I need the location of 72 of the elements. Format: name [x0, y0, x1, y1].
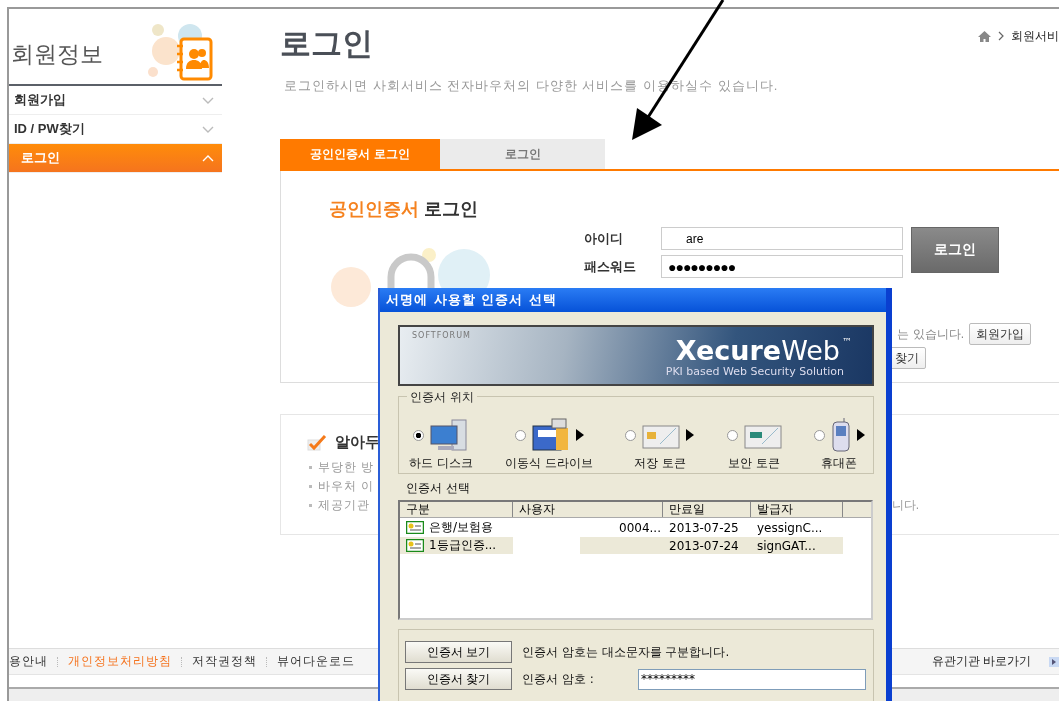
related-sites-select[interactable]: 유관기관 바로가기	[931, 653, 1031, 671]
hint-text: 는 있습니다.	[897, 325, 964, 343]
chevron-down-icon	[202, 96, 214, 104]
password-field[interactable]: *********	[638, 668, 866, 690]
sidebar-title: 회원정보	[11, 40, 103, 69]
table-cell: 은행/보험용	[429, 519, 494, 536]
group-label: 인증서 위치	[407, 389, 477, 406]
footer-link[interactable]: 뷰어다운로드	[277, 653, 355, 671]
find-certificate-button[interactable]: 인증서 찾기	[405, 668, 512, 690]
breadcrumb-link[interactable]: 회원서비	[1011, 27, 1059, 45]
radio-button[interactable]	[726, 429, 738, 441]
radio-button[interactable]	[813, 429, 825, 441]
location-label: 하드 디스크	[409, 455, 473, 472]
certificate-icon	[406, 521, 424, 534]
column-header[interactable]: 사용자	[513, 502, 663, 517]
page-title: 로그인	[280, 25, 374, 63]
notice-title: 알아두	[335, 433, 380, 452]
mobile-phone-icon[interactable]	[830, 418, 851, 452]
vendor-text: SOFTFORUM	[412, 331, 471, 340]
submenu-arrow-icon[interactable]	[686, 429, 695, 441]
product-name: XecureWeb	[675, 336, 840, 366]
field-label: 패스워드	[584, 257, 637, 276]
chevron-icon	[998, 31, 1004, 41]
table-cell: signGAT...	[757, 538, 816, 553]
scroll-icon[interactable]	[1049, 656, 1059, 667]
table-cell: 1등급인증...	[429, 537, 497, 554]
footer-link[interactable]: 저작권정책	[192, 653, 257, 671]
location-label: 저장 토큰	[633, 455, 686, 472]
location-label: 휴대폰	[821, 455, 858, 472]
checkmark-icon	[307, 434, 327, 451]
chevron-up-icon	[202, 154, 214, 162]
login-button[interactable]: 로그인	[911, 227, 999, 273]
table-cell: 2013-07-24	[669, 538, 739, 553]
column-header[interactable]: 발급자	[751, 502, 843, 517]
signup-button[interactable]: 회원가입	[969, 323, 1031, 345]
home-icon[interactable]	[978, 30, 991, 42]
floppy-drive-icon[interactable]	[531, 418, 570, 452]
password-note: 인증서 암호는 대소문자를 구분합니다.	[522, 643, 730, 661]
login-heading: 로그인	[424, 199, 478, 219]
certificate-icon	[406, 539, 424, 552]
location-label: 이동식 드라이브	[505, 455, 593, 472]
text-field[interactable]: ●●●●●●●●●	[661, 255, 903, 278]
submenu-arrow-icon[interactable]	[575, 429, 584, 441]
column-header[interactable]: 구분	[400, 502, 513, 517]
table-cell: 0004...	[619, 520, 661, 535]
list-label: 인증서 선택	[406, 480, 471, 497]
trademark-text: ™	[842, 336, 852, 347]
footer-link[interactable]: 용안내	[9, 653, 48, 671]
notice-text: 니다.	[891, 497, 919, 514]
submenu-arrow-icon[interactable]	[856, 429, 865, 441]
radio-button[interactable]	[413, 429, 425, 441]
computer-icon[interactable]	[430, 418, 469, 452]
table-cell: 2013-07-25	[669, 520, 739, 535]
password-label: 인증서 암호 :	[522, 670, 595, 688]
table-cell: yessignC...	[757, 520, 823, 535]
notice-item: 바우처 이	[318, 478, 375, 495]
radio-button[interactable]	[625, 429, 637, 441]
chevron-down-icon	[202, 125, 214, 133]
certificate-row[interactable]: 1등급인증... 2013-07-24 signGAT...	[400, 537, 871, 554]
text-field[interactable]: are	[661, 227, 903, 250]
certificate-row[interactable]: 은행/보험용 0004... 2013-07-25 yessignC...	[400, 519, 871, 536]
notice-item: 부당한 방	[318, 459, 375, 476]
column-header[interactable]: 만료일	[663, 502, 751, 517]
login-tab[interactable]: 로그인	[440, 139, 605, 169]
tagline-text: PKI based Web Security Solution	[665, 366, 844, 378]
login-heading-accent: 공인인증서	[329, 199, 419, 219]
view-certificate-button[interactable]: 인증서 보기	[405, 641, 512, 663]
radio-button[interactable]	[514, 429, 526, 441]
field-label: 아이디	[584, 229, 624, 248]
location-label: 보안 토큰	[728, 455, 781, 472]
notice-item: 제공기관	[318, 497, 370, 514]
dialog-title: 서명에 사용할 인증서 선택	[380, 288, 886, 312]
